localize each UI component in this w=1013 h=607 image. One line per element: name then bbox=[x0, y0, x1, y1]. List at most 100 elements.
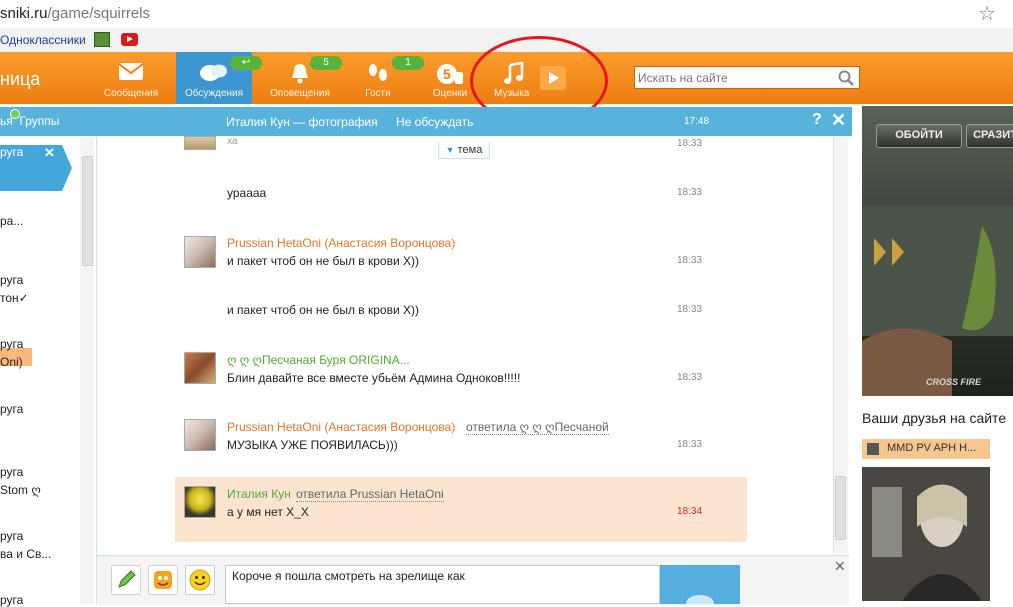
message-author[interactable]: Prussian HetaOni (Анастасия Воронцова) bbox=[227, 420, 455, 434]
envelope-icon bbox=[118, 63, 144, 80]
search-icon[interactable] bbox=[838, 70, 854, 86]
nav-guests-label: Гости bbox=[365, 88, 391, 99]
search-input[interactable] bbox=[635, 67, 838, 88]
video-thumbnail[interactable] bbox=[862, 467, 990, 601]
message-text: ха bbox=[227, 136, 238, 147]
nav-messages-label: Сообщения bbox=[103, 88, 159, 99]
youtube-icon[interactable] bbox=[121, 33, 138, 46]
message-text: ураааа bbox=[227, 186, 267, 200]
nav-notifications[interactable]: 5 Оповещения bbox=[262, 52, 342, 104]
nav-messages[interactable]: Сообщения bbox=[93, 52, 169, 104]
footprints-icon bbox=[369, 64, 387, 81]
bell-icon bbox=[292, 64, 308, 84]
chat-time: 17:48 bbox=[684, 116, 710, 127]
svg-text:5: 5 bbox=[443, 66, 451, 82]
conversation-label[interactable]: ра... bbox=[0, 214, 23, 228]
message-time: 18:34 bbox=[677, 506, 703, 517]
composer-close-icon[interactable]: ✕ bbox=[834, 558, 846, 575]
chat-header: ья Группы Италия Кун — фотография Не обс… bbox=[0, 107, 852, 136]
left-tabs[interactable]: ья Группы bbox=[0, 114, 59, 128]
message-text: Блин давайте все вместе убьём Админа Одн… bbox=[227, 371, 521, 385]
bookmark-app-icon[interactable] bbox=[94, 32, 110, 47]
topic-toggle[interactable]: ▼ тема bbox=[438, 142, 490, 159]
game-logo: CROSS FIRE bbox=[926, 377, 982, 387]
online-indicator bbox=[10, 109, 20, 119]
conversation-close-icon[interactable]: ✕ bbox=[44, 145, 55, 161]
nav-guests[interactable]: 1 Гости bbox=[340, 52, 424, 104]
nav-discussions-label: Обсуждения bbox=[184, 88, 244, 99]
bookmark-odnoklassniki[interactable]: Одноклассники bbox=[0, 33, 86, 47]
conversation-label[interactable]: руга bbox=[0, 402, 23, 416]
site-brand[interactable]: ница bbox=[0, 69, 40, 90]
nav-notifications-label: Оповещения bbox=[270, 88, 330, 99]
ad-button[interactable]: СРАЗИТ bbox=[966, 124, 1013, 148]
conversation-label[interactable]: руга bbox=[0, 337, 23, 351]
message-time: 18:33 bbox=[677, 255, 703, 266]
message-text: и пакет чтоб он не был в крови Х)) bbox=[227, 303, 420, 317]
nav-discussions[interactable]: ↩ Обсуждения bbox=[176, 52, 262, 104]
message-time: 18:33 bbox=[677, 372, 703, 383]
conversation-label[interactable]: ва и Св... bbox=[0, 547, 51, 561]
topic-label: тема bbox=[457, 144, 483, 156]
ad-button[interactable]: ОБОЙТИ bbox=[876, 124, 962, 148]
sticker-icon bbox=[154, 571, 172, 589]
send-button[interactable] bbox=[660, 565, 740, 607]
video-preview-image bbox=[862, 467, 990, 601]
message-author[interactable]: Италия Кун bbox=[227, 487, 291, 501]
site-search[interactable] bbox=[634, 66, 860, 89]
conversation-label[interactable]: Oni) bbox=[0, 355, 23, 369]
message-reply-to[interactable]: ответила ღ ღ ღПесчаной bbox=[466, 420, 609, 435]
message-text: а у мя нет Х_Х bbox=[227, 505, 309, 519]
message-time: 18:33 bbox=[677, 187, 703, 198]
conversation-label[interactable]: руга bbox=[0, 273, 23, 287]
message-time: 18:33 bbox=[677, 304, 703, 315]
not-discuss-link[interactable]: Не обсуждать bbox=[396, 115, 473, 129]
game-scene-image bbox=[862, 206, 1013, 396]
conversation-label[interactable]: руга bbox=[0, 529, 23, 543]
discussions-icon bbox=[200, 64, 227, 81]
address-bar[interactable]: sniki.ru/game/squirrels ☆ bbox=[0, 0, 1013, 29]
triangle-down-icon: ▼ bbox=[445, 145, 455, 155]
notifications-badge: 5 bbox=[310, 56, 342, 70]
avatar[interactable] bbox=[184, 136, 216, 150]
conversation-label[interactable]: руга bbox=[0, 145, 23, 159]
avatar[interactable] bbox=[184, 236, 216, 268]
avatar[interactable] bbox=[184, 352, 216, 384]
smiley-icon bbox=[189, 569, 211, 591]
avatar[interactable] bbox=[184, 419, 216, 451]
url-path: /game/squirrels bbox=[47, 5, 151, 22]
messages-scrollbar-thumb[interactable] bbox=[835, 476, 846, 540]
sticker-button[interactable] bbox=[148, 565, 178, 595]
url-host: sniki.ru bbox=[0, 5, 48, 22]
chat-title[interactable]: Италия Кун — фотография bbox=[226, 115, 378, 129]
rating-five-icon: 5 bbox=[437, 64, 463, 84]
url-text[interactable]: sniki.ru/game/squirrels bbox=[0, 5, 150, 22]
help-button[interactable]: ? bbox=[812, 111, 822, 129]
conversation-label[interactable]: тон✓ bbox=[0, 291, 29, 305]
game-banner[interactable]: ОБОЙТИ СРАЗИТ CROSS FIRE bbox=[862, 106, 1013, 396]
message-time: 18:33 bbox=[677, 138, 703, 149]
conversation-label[interactable]: руга bbox=[0, 465, 23, 479]
conversation-list: руга ✕ ра... руга тон✓ руга Oni) руга ру… bbox=[0, 136, 97, 607]
conversation-label[interactable]: руга bbox=[0, 593, 23, 607]
message-author[interactable]: Prussian HetaOni (Анастасия Воронцова) bbox=[227, 236, 455, 250]
video-title[interactable]: MMD PV APH Н... bbox=[887, 442, 976, 454]
message-author[interactable]: ღ ღ ღПесчаная Буря ORIGINA... bbox=[227, 353, 410, 367]
close-button[interactable]: ✕ bbox=[831, 110, 846, 131]
message-time: 18:33 bbox=[677, 439, 703, 450]
friends-section-title: Ваши друзья на сайте bbox=[862, 410, 1007, 426]
avatar[interactable] bbox=[184, 486, 216, 518]
pencil-icon bbox=[118, 570, 136, 588]
play-icon bbox=[867, 443, 879, 455]
message-reply-to[interactable]: ответила Prussian HetaOni bbox=[296, 487, 444, 502]
message-input[interactable]: Короче я пошла смотреть на зрелище как bbox=[225, 565, 660, 604]
pencil-button[interactable] bbox=[111, 565, 141, 595]
left-scrollbar-thumb[interactable] bbox=[82, 156, 93, 266]
back-arrow-icon[interactable]: ↩ bbox=[230, 56, 262, 70]
send-cloud-icon bbox=[686, 595, 714, 607]
smiley-button[interactable] bbox=[185, 565, 215, 595]
message-text: МУЗЫКА УЖЕ ПОЯВИЛАСЬ))) bbox=[227, 438, 398, 452]
message-text: и пакет чтоб он не был в крови Х)) bbox=[227, 254, 420, 268]
bookmark-star-icon[interactable]: ☆ bbox=[978, 1, 996, 26]
conversation-label[interactable]: Stom ღ bbox=[0, 483, 41, 497]
